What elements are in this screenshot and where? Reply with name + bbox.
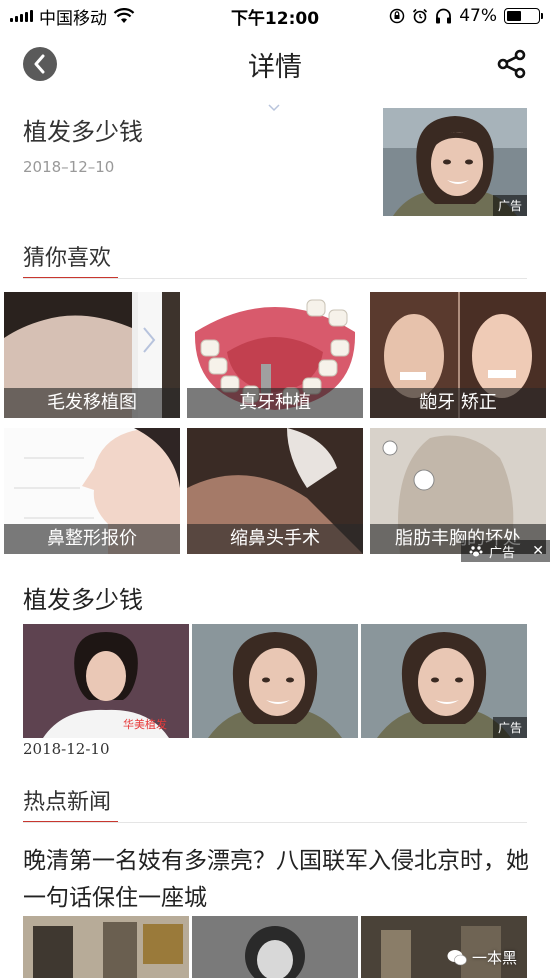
wechat-icon: [447, 949, 467, 965]
recommend-item[interactable]: 毛发移植图: [4, 292, 180, 418]
hot-news-section-header: 热点新闻: [0, 770, 550, 824]
back-chevron-icon: [34, 54, 45, 74]
section-divider: [23, 278, 527, 279]
watermark: 一本黑: [447, 947, 517, 968]
vintage-photo: [192, 916, 358, 978]
article2-thumbnail[interactable]: 华美植发: [23, 624, 189, 738]
ad-corner-label: 广告: [489, 545, 516, 561]
carrier-label: 中国移动: [39, 8, 107, 29]
page-title: 详情: [248, 51, 302, 83]
orientation-lock-icon: [389, 8, 405, 24]
alarm-icon: [413, 8, 428, 24]
recommend-item-label: 鼻整形报价: [4, 524, 180, 554]
back-button[interactable]: [23, 47, 57, 81]
recommend-item[interactable]: 脂肪丰胸的坏处: [370, 428, 546, 554]
battery-level-fill: [507, 11, 522, 21]
recommend-section-title: 猜你喜欢: [23, 246, 112, 271]
thumbnail-overlay-text: 华美植发: [123, 717, 167, 731]
recommend-item-label: 龅牙 矫正: [370, 388, 546, 418]
share-icon[interactable]: [496, 48, 528, 80]
hot-news-section-title: 热点新闻: [23, 790, 112, 815]
article2-title[interactable]: 植发多少钱: [23, 580, 143, 615]
news-thumbnail[interactable]: 一本黑: [361, 916, 527, 978]
article2-thumbnail[interactable]: [192, 624, 358, 738]
recommend-item-label: 真牙种植: [187, 388, 363, 418]
recommend-item-label: 毛发移植图: [4, 388, 180, 418]
headphones-icon: [436, 8, 452, 24]
top-article-thumbnail[interactable]: 广告: [383, 108, 527, 216]
news-headline[interactable]: 晚清第一名妓有多漂亮？八国联军入侵北京时，她一句话保住一座城: [23, 843, 533, 917]
battery-percent: 47%: [459, 6, 497, 26]
ad-corner-badge[interactable]: 广告 ✕: [461, 540, 550, 562]
status-bar: 中国移动 下午12:00 47%: [0, 0, 550, 32]
nav-bar: 详情: [0, 32, 550, 96]
ad-tag: 广告: [492, 195, 527, 216]
woman-portrait-image: [192, 624, 358, 738]
article2-date: 2018-12-10: [23, 740, 110, 758]
section-divider: [23, 822, 527, 823]
wifi-icon: [113, 8, 135, 23]
watermark-text: 一本黑: [471, 949, 517, 967]
ad-tag: 广告: [492, 717, 527, 738]
top-article-date: 2018–12–10: [23, 158, 115, 176]
paw-icon: [469, 546, 483, 557]
doctor-portrait-image: 华美植发: [23, 624, 189, 738]
news-thumbnail[interactable]: [23, 916, 189, 978]
top-article-title[interactable]: 植发多少钱: [23, 112, 143, 147]
signal-icon: [10, 10, 33, 22]
recommend-section-header: 猜你喜欢: [0, 226, 550, 280]
top-article-item[interactable]: 植发多少钱 2018–12–10 广告: [0, 96, 550, 226]
vintage-photo: [23, 916, 189, 978]
recommend-item[interactable]: 缩鼻头手术: [187, 428, 363, 554]
scroll-indicator-icon: [268, 104, 280, 112]
recommend-item-label: 缩鼻头手术: [187, 524, 363, 554]
recommend-item[interactable]: 真牙种植: [187, 292, 363, 418]
article2-thumbnail[interactable]: 广告: [361, 624, 527, 738]
close-icon[interactable]: ✕: [532, 543, 544, 559]
news-thumbnail[interactable]: [192, 916, 358, 978]
recommend-item[interactable]: 鼻整形报价: [4, 428, 180, 554]
recommend-item[interactable]: 龅牙 矫正: [370, 292, 546, 418]
battery-icon: [504, 8, 543, 24]
